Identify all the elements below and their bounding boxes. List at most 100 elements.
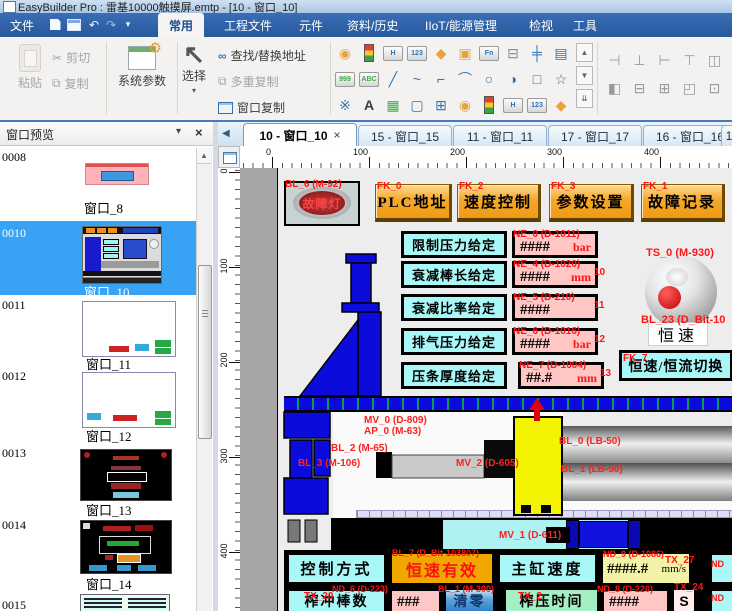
window-thumbnail[interactable] <box>80 520 172 574</box>
window-thumbnail[interactable] <box>82 301 176 357</box>
setpoint-button[interactable]: 压条厚度给定 <box>401 362 507 389</box>
function-key-icon[interactable]: Fn <box>477 40 501 66</box>
setpoint-button[interactable]: 衰减比率给定 <box>401 294 507 321</box>
cut-button[interactable]: ✂ 剪切 <box>52 49 90 66</box>
ribbon-tab-home[interactable]: 常用 <box>158 13 204 37</box>
window-label[interactable]: 窗口_11 <box>86 354 131 373</box>
editor-tab-window-10[interactable]: 10 - 窗口_10 × <box>243 123 357 146</box>
window-thumbnail[interactable] <box>85 163 149 185</box>
shape-icon[interactable]: ▢ <box>405 92 429 118</box>
setpoint-button[interactable]: 衰减棒长给定 <box>401 261 507 288</box>
scrollbar-up-icon[interactable]: ▲ <box>197 148 211 164</box>
ascii-display-icon[interactable]: ABC <box>357 66 381 92</box>
align-center-h-icon[interactable]: ⊥ <box>627 47 652 74</box>
toolbox-scroll-down-icon[interactable]: ▼ <box>576 66 593 85</box>
qat-dropdown-icon[interactable]: ▾ <box>120 17 136 32</box>
align-right-icon[interactable]: ⊢ <box>652 47 677 74</box>
select-button[interactable]: ↖ 选择 ▾ <box>182 43 206 95</box>
slider-icon[interactable]: ╪ <box>525 40 549 66</box>
system-parameters-button[interactable]: ⚙ 系统参数 <box>118 46 166 89</box>
table-icon[interactable]: ⊞ <box>429 92 453 118</box>
file-menu[interactable]: 文件 <box>10 17 34 34</box>
tab-close-icon[interactable]: × <box>334 128 341 142</box>
bit-lamp-icon[interactable]: ◉ <box>333 40 357 66</box>
window-label[interactable]: 窗口_13 <box>86 500 132 519</box>
control-mode-label[interactable]: 控制方式 <box>286 552 387 585</box>
panel-collapse-icon[interactable]: ▾ <box>176 126 181 137</box>
scale-icon[interactable]: ※ <box>333 92 357 118</box>
design-canvas[interactable]: 故障灯 BL_6 (M-92) PLC地址 FK_0 速度控制 FK_2 参数设… <box>277 168 732 611</box>
make-same-width-icon[interactable]: ◧ <box>602 75 627 102</box>
align-top-icon[interactable]: ⊤ <box>677 47 702 74</box>
window-label[interactable]: 窗口_14 <box>86 574 132 593</box>
rectangle-icon[interactable]: □ <box>525 66 549 92</box>
align-middle-icon[interactable]: ◫ <box>702 47 727 74</box>
window-copy-button[interactable]: 窗口复制 <box>218 99 285 116</box>
window-label[interactable]: 窗口_12 <box>86 426 132 445</box>
redo-icon[interactable]: ↷ <box>103 17 119 32</box>
ribbon-tab-view[interactable]: 检视 <box>518 13 564 37</box>
multi-state-lamp-icon[interactable] <box>357 40 381 66</box>
export-icon[interactable] <box>66 17 82 32</box>
panel-close-icon[interactable]: × <box>195 125 203 140</box>
window-label[interactable]: 窗口_10 <box>84 282 130 301</box>
toolbar-icon[interactable]: ⊟ <box>501 40 525 66</box>
ascii-input-icon[interactable]: 123 <box>525 92 549 118</box>
window-thumbnail[interactable] <box>80 594 170 611</box>
picture-icon[interactable]: ▦ <box>381 92 405 118</box>
ribbon-tab-object[interactable]: 元件 <box>288 13 334 37</box>
circle-icon[interactable]: ○ <box>477 66 501 92</box>
set-word-icon[interactable]: 123 <box>405 40 429 66</box>
paste-button[interactable]: 粘贴 <box>18 44 42 91</box>
scrollbar-thumb[interactable] <box>198 265 212 439</box>
direct-window-icon[interactable]: ▣ <box>453 40 477 66</box>
ribbon-tab-iiot-energy[interactable]: IIoT/能源管理 <box>414 13 508 37</box>
gif-object2-icon[interactable]: ◆ <box>549 92 573 118</box>
option-list-icon[interactable]: ▤ <box>549 40 573 66</box>
save-icon[interactable] <box>47 17 63 32</box>
arc-icon[interactable]: ⌒ <box>453 66 477 92</box>
star-icon[interactable]: ☆ <box>549 66 573 92</box>
set-bit-icon[interactable]: H <box>381 40 405 66</box>
main-cylinder-speed-label[interactable]: 主缸速度 <box>497 552 598 585</box>
distribute-v-icon[interactable]: ⊡ <box>702 75 727 102</box>
ribbon-tab-tools[interactable]: 工具 <box>562 13 608 37</box>
line-icon[interactable]: ╱ <box>381 66 405 92</box>
multi-state-lamp2-icon[interactable] <box>477 92 501 118</box>
freehand-icon[interactable]: ~ <box>405 66 429 92</box>
gif-object-icon[interactable]: ◆ <box>429 40 453 66</box>
setpoint-button[interactable]: 限制压力给定 <box>401 231 507 258</box>
setpoint-button[interactable]: 排气压力给定 <box>401 328 507 355</box>
make-same-height-icon[interactable]: ⊟ <box>627 75 652 102</box>
toolbox-scroll-page-icon[interactable]: ⇊ <box>576 89 593 108</box>
stroke-count-value[interactable]: ### <box>389 588 442 611</box>
sidebar-scrollbar[interactable]: ▲ <box>196 148 212 611</box>
window-thumbnail[interactable] <box>82 226 162 284</box>
editor-tab-window-17[interactable]: 17 - 窗口_17 <box>548 125 642 146</box>
make-same-size-icon[interactable]: ⊞ <box>652 75 677 102</box>
copy-button[interactable]: ⧉ 复制 <box>52 75 89 92</box>
window-thumbnail[interactable] <box>80 449 172 501</box>
text-icon[interactable]: A <box>357 92 381 118</box>
align-left-icon[interactable]: ⊣ <box>602 47 627 74</box>
find-replace-address-button[interactable]: ∞ 查找/替换地址 <box>218 47 306 64</box>
indicator-lamp-icon[interactable]: ◉ <box>453 92 477 118</box>
toolbox-scroll-up-icon[interactable]: ▲ <box>576 43 593 62</box>
editor-tab-window-16[interactable]: 16 - 窗口_16 <box>643 125 732 146</box>
editor-tab-window-11[interactable]: 11 - 窗口_11 <box>453 125 547 146</box>
window-thumbnail[interactable] <box>82 372 176 428</box>
editor-tab-window-15[interactable]: 15 - 窗口_15 <box>358 125 452 146</box>
editor-tab-partial[interactable]: 1 <box>721 125 732 146</box>
tab-scroll-left-icon[interactable]: ◀ <box>222 128 230 139</box>
ribbon-tab-data-history[interactable]: 资料/历史 <box>336 13 409 37</box>
polyline-icon[interactable]: ⌐ <box>429 66 453 92</box>
numeric-display-icon[interactable]: 999 <box>333 66 357 92</box>
select-dropdown-icon[interactable]: ▾ <box>192 86 196 95</box>
window-label[interactable]: 窗口_8 <box>84 198 123 217</box>
pie-icon[interactable]: ◑ <box>501 66 525 92</box>
ribbon-tab-project[interactable]: 工程文件 <box>213 13 283 37</box>
distribute-h-icon[interactable]: ◰ <box>677 75 702 102</box>
numeric-input-icon[interactable]: H <box>501 92 525 118</box>
undo-icon[interactable]: ↶ <box>86 17 102 32</box>
multi-copy-button[interactable]: ⧉ 多重复制 <box>218 73 279 90</box>
